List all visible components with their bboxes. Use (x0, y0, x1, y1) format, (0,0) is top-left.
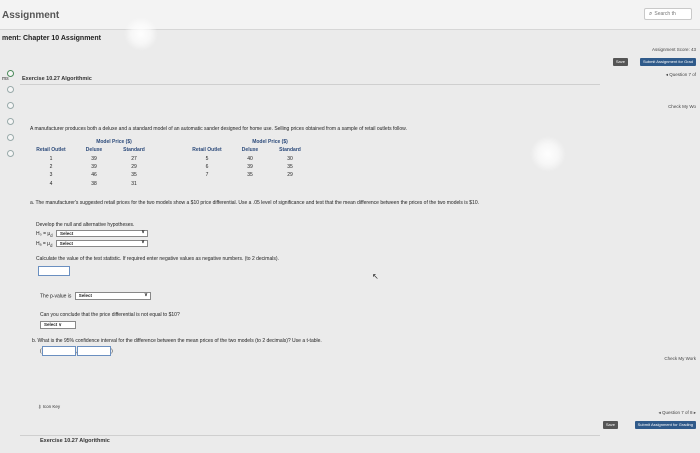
table-cell: 46 (91, 172, 97, 179)
select-label: Select (44, 322, 58, 327)
app-title: Assignment (2, 10, 60, 21)
question-navigation-bottom[interactable]: ◂ Question 7 of 8 ▸ (658, 410, 696, 416)
chevron-down-icon: ∨ (141, 229, 145, 236)
conclusion-select[interactable]: Select ∨ (40, 321, 76, 329)
exercise-title: Exercise 10.27 Algorithmic (20, 73, 600, 85)
assignment-title: ment: Chapter 10 Assignment (2, 35, 101, 42)
question-status-icon[interactable] (7, 70, 14, 77)
select-label: Select (59, 241, 74, 247)
table-cell: 35 (287, 164, 293, 171)
p-value-label: The p-value is (40, 293, 72, 300)
icon-key-label: Icon Key (42, 404, 61, 409)
alternative-hypothesis-row: Hₐ = μd Select ∨ (36, 240, 148, 248)
p-value-select[interactable]: Select ∨ (74, 292, 151, 300)
table-row: 1 39 27 5 40 30 (28, 155, 310, 163)
ci-close-paren: ) (111, 348, 113, 355)
column-header: Retail Outlet (192, 147, 222, 154)
test-statistic-input[interactable] (38, 266, 70, 276)
key-icon: ⚷ (38, 404, 42, 409)
column-header: Standard (123, 147, 145, 154)
save-button[interactable]: Save (612, 58, 628, 66)
search-icon: ⌕ (649, 11, 653, 17)
table-row: 4 38 31 (28, 179, 310, 187)
table-group-header: Model Price ($) (252, 139, 288, 146)
table-cell: 30 (287, 155, 293, 162)
question-list (0, 70, 22, 166)
question-status-icon[interactable] (7, 86, 14, 93)
column-header: Deluxe (241, 147, 259, 154)
part-a-text: a. The manufacturer's suggested retail p… (30, 200, 479, 206)
table-cell: 35 (247, 172, 253, 179)
part-b-text: b. What is the 95% confidence interval f… (32, 338, 322, 344)
glare-spot (124, 17, 158, 51)
assignment-score: Assignment Score: 43 (651, 47, 696, 52)
conclusion-prompt: Can you conclude that the price differen… (40, 312, 180, 318)
column-header: Deluxe (85, 147, 103, 154)
column-header: Retail Outlet (36, 147, 66, 154)
save-button-bottom[interactable]: Save (602, 421, 618, 429)
table-cell: 27 (131, 155, 137, 162)
question-status-icon[interactable] (7, 150, 14, 157)
table-row: 3 46 35 7 35 29 (28, 171, 310, 179)
confidence-interval-row: (,) (40, 346, 113, 356)
question-status-icon[interactable] (7, 118, 14, 125)
search-placeholder: Search th (654, 11, 676, 17)
check-my-work-link[interactable]: Check My Wo (668, 104, 696, 109)
question-navigation[interactable]: ◂ Question 7 of (666, 72, 696, 78)
chevron-down-icon: ∨ (58, 322, 62, 327)
null-hypothesis-select[interactable]: Select ∨ (55, 229, 148, 238)
table-cell: 3 (49, 172, 53, 179)
question-status-icon[interactable] (7, 134, 14, 141)
table-cell: 2 (49, 164, 53, 171)
ci-lower-input[interactable] (41, 346, 76, 356)
submit-assignment-button-bottom[interactable]: Submit Assignment for Grading (634, 421, 696, 429)
table-cell: 40 (247, 155, 253, 162)
table-cell: 39 (91, 155, 97, 162)
table-cell: 29 (287, 172, 293, 179)
table-cell: 39 (247, 164, 253, 171)
table-group-header: Model Price ($) (96, 139, 132, 146)
table-cell: 38 (91, 180, 97, 187)
p-value-row: The p-value is Select ∨ (40, 292, 151, 300)
question-status-icon[interactable] (7, 102, 14, 109)
table-cell: 6 (205, 164, 209, 171)
table-cell: 35 (131, 172, 137, 179)
chevron-down-icon: ∨ (144, 292, 148, 298)
ci-upper-input[interactable] (77, 346, 112, 356)
table-cell: 29 (131, 164, 137, 171)
table-cell: 5 (205, 155, 209, 162)
glare-spot (530, 136, 566, 172)
table-cell: 7 (205, 172, 209, 179)
null-hypothesis-label: H₀ = μ (36, 231, 51, 237)
column-header: Standard (279, 147, 301, 154)
icon-key-link[interactable]: ⚷ Icon Key (38, 404, 60, 410)
mouse-cursor-icon: ↖ (372, 272, 379, 281)
submit-assignment-button[interactable]: Submit Assignment for Grad (639, 58, 696, 66)
question-intro: A manufacturer produces both a deluxe an… (30, 126, 407, 132)
price-table: Model Price ($) Model Price ($) Retail O… (28, 138, 310, 188)
test-statistic-prompt: Calculate the value of the test statisti… (36, 256, 279, 262)
table-cell: 31 (131, 180, 137, 187)
table-row: 2 39 29 6 39 35 (28, 163, 310, 171)
select-label: Select (78, 293, 93, 298)
search-input[interactable]: ⌕ Search th (644, 8, 692, 20)
null-hypothesis-row: H₀ = μd Select ∨ (36, 230, 148, 238)
chevron-down-icon: ∨ (141, 239, 145, 246)
hypothesis-subscript: d (50, 243, 53, 248)
table-cell: 39 (91, 164, 97, 171)
check-my-work-link-bottom[interactable]: Check My Work (664, 356, 696, 361)
table-cell: 1 (49, 155, 53, 162)
top-header (0, 0, 700, 30)
hypothesis-subscript: d (50, 233, 53, 238)
alternative-hypothesis-label: Hₐ = μ (36, 241, 51, 247)
select-label: Select (59, 231, 74, 237)
alternative-hypothesis-select[interactable]: Select ∨ (55, 239, 148, 248)
exercise-title-bottom: Exercise 10.27 Algorithmic (40, 438, 110, 444)
table-cell: 4 (49, 180, 53, 187)
hypotheses-prompt: Develop the null and alternative hypothe… (36, 222, 135, 228)
